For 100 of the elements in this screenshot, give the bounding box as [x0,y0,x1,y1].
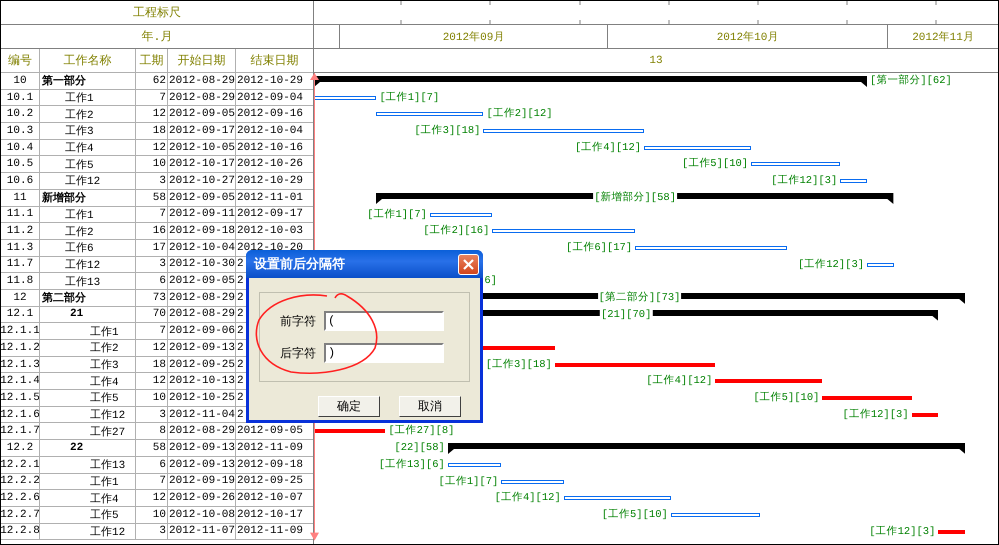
duration: 7 [159,475,166,488]
end-date: 2012-11-09 [237,525,304,538]
task-name: 工作6 [65,241,94,256]
start-date: 2012-10-27 [169,174,235,187]
bar-label: [工作5][10] [600,508,669,523]
start-date: 2012-09-11 [169,208,235,220]
duration: 58 [152,192,166,204]
duration: 10 [152,508,166,521]
task-bar [840,179,868,184]
bar-label: [工作4][12] [645,374,714,390]
bar-label: [工作2][12] [485,106,554,122]
task-name: 工作5 [65,158,94,172]
start-date: 2012-08-29 [169,92,235,104]
bar-label: [工作1][7] [366,208,428,222]
row-number: 10.5 [6,158,34,170]
task-name: 第二部分 [42,290,86,306]
week-label: 13 [649,54,663,66]
duration: 12 [152,342,166,354]
end-date: 2012-09-04 [237,92,304,104]
row-number: 12.1.3 [1,358,39,371]
row-number: 12.1.6 [1,408,39,421]
row-number: 10.4 [6,142,34,154]
task-name: 工作12 [65,258,100,272]
ruler-title: 工程标尺 [133,5,181,21]
row-number: 11.1 [6,208,34,220]
start-date: 2012-11-04 [169,408,235,421]
start-date: 2012-10-08 [169,508,235,521]
task-name: 工作3 [90,358,119,372]
end-date: 2 [237,275,244,288]
task-name: 工作5 [90,508,119,522]
bar-label: [工作1][7] [438,474,500,490]
start-date: 2012-09-13 [169,442,235,454]
duration: 3 [159,525,166,538]
duration: 12 [152,375,166,388]
row-number: 11.8 [6,275,34,288]
end-date: 2 [237,342,244,354]
row-number: 12.1.1 [1,325,39,338]
close-button[interactable] [458,254,479,274]
duration: 7 [159,325,166,338]
bar-label: [工作12][3] [770,174,838,190]
duration: 58 [152,442,166,454]
critical-bar [912,412,938,417]
row-number: 12.2.2 [1,475,39,488]
column-header: 工作名称 [40,49,136,72]
row-number: 10.6 [6,174,34,187]
row-number: 11.2 [6,225,34,238]
duration: 16 [152,225,166,238]
task-bar [430,212,492,216]
end-date: 2012-10-17 [237,508,304,521]
duration: 70 [152,308,166,320]
bar-label: [工作2][16] [422,224,490,240]
end-date: 2 [237,292,244,304]
field-label: 前字符 [280,312,316,330]
bar-label: [工作1][7] [378,90,440,106]
task-name: 工作12 [65,174,100,188]
dialog-button[interactable]: 确定 [318,396,380,417]
end-date: 2012-10-04 [237,124,304,137]
input-field[interactable]: ) [324,343,444,363]
task-name: 工作2 [65,225,94,239]
duration: 8 [159,425,166,438]
task-name: 工作13 [65,275,100,289]
dialog-button[interactable]: 取消 [399,396,461,417]
end-date: 2012-09-05 [237,425,304,438]
duration: 12 [152,142,166,154]
duration: 3 [159,174,166,187]
end-date: 2012-10-16 [237,142,304,154]
task-bar [867,262,894,267]
end-date: 2012-09-25 [237,475,304,488]
row-number: 12.1.5 [1,392,39,404]
start-date: 2012-10-05 [169,142,235,154]
start-date: 2012-09-25 [169,358,235,371]
end-date: 2 [237,408,244,421]
row-number: 11.3 [6,242,34,254]
task-name: 工作12 [90,525,126,539]
task-name: 工作1 [65,208,94,222]
start-date: 2012-09-05 [169,192,235,204]
end-date: 2012-10-07 [237,492,304,504]
start-date: 2012-08-29 [169,74,235,87]
end-date: 2012-11-01 [237,192,304,204]
task-name: 工作1 [90,475,119,489]
duration: 12 [152,492,166,504]
start-date: 2012-10-13 [169,375,235,388]
end-date: 2012-09-17 [237,208,304,220]
month-label: 2012年11月 [912,30,974,44]
task-name: 工作1 [90,325,119,339]
month-label: 2012年10月 [716,30,778,44]
start-date: 2012-08-29 [169,292,235,304]
duration: 18 [152,358,166,371]
bar-label: [工作5][10] [680,156,750,172]
end-date: 2012-10-03 [237,225,304,238]
input-field[interactable]: ( [324,311,444,331]
start-date: 2012-08-29 [169,425,235,438]
row-number: 12.2 [6,442,34,454]
dialog-title: 设置前后分隔符 [254,256,345,273]
task-name: 工作4 [90,375,119,389]
start-date: 2012-10-25 [169,392,235,404]
bar-label: [工作12][3] [868,524,936,540]
column-header: 编号 [1,49,40,72]
row-number: 11 [13,192,27,204]
column-header: 结束日期 [250,53,300,70]
